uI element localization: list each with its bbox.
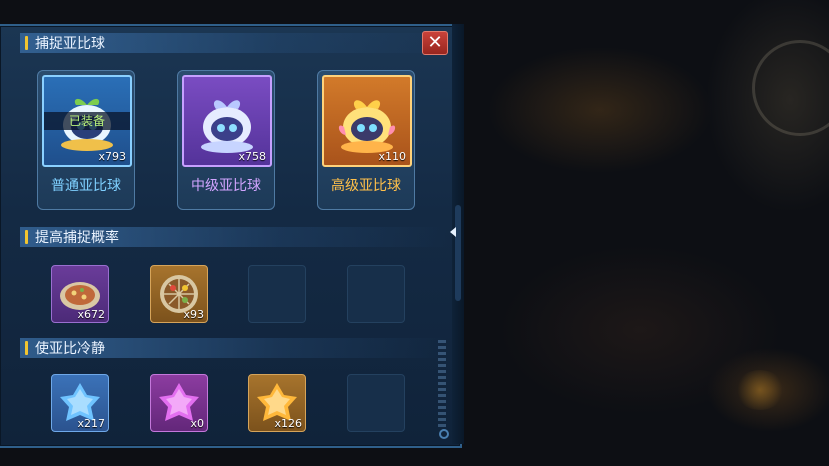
close-icon[interactable]: ✕ bbox=[427, 32, 442, 53]
ball-count: x793 bbox=[98, 150, 126, 163]
ball-name: 中级亚比球 bbox=[191, 178, 261, 194]
ball-count: x758 bbox=[238, 150, 266, 163]
section-marker bbox=[25, 341, 28, 355]
item-count: x126 bbox=[274, 417, 302, 430]
section-title: 使亚比冷静 bbox=[35, 341, 105, 357]
section-marker bbox=[25, 36, 28, 50]
item-count: x0 bbox=[190, 417, 204, 430]
ball-icon-frame: x758 bbox=[182, 75, 272, 167]
ball-card-high[interactable]: x110 高级亚比球 bbox=[317, 70, 415, 210]
ball-name: 普通亚比球 bbox=[51, 178, 121, 194]
panel-corner-decoration bbox=[439, 429, 449, 439]
section-header-calm: 使亚比冷静 bbox=[20, 338, 448, 358]
item-count: x93 bbox=[183, 308, 204, 321]
section-title: 捕捉亚比球 bbox=[35, 36, 105, 52]
section-header-capture-rate: 提高捕捉概率 bbox=[20, 227, 448, 247]
item-count: x672 bbox=[77, 308, 105, 321]
ball-card-common[interactable]: 已装备 x793 普通亚比球 bbox=[37, 70, 135, 210]
item-slot-blue-jelly[interactable]: x217 bbox=[51, 374, 109, 432]
ball-name: 高级亚比球 bbox=[331, 178, 401, 194]
section-title: 提高捕捉概率 bbox=[35, 230, 119, 246]
section-header-capture-balls: 捕捉亚比球 bbox=[20, 33, 448, 53]
empty-item-slot bbox=[347, 374, 405, 432]
item-slot-orange-jelly[interactable]: x126 bbox=[248, 374, 306, 432]
ball-icon-frame: 已装备 x793 bbox=[42, 75, 132, 167]
empty-item-slot bbox=[347, 265, 405, 323]
item-slot-pizza[interactable]: x672 bbox=[51, 265, 109, 323]
item-slot-platter[interactable]: x93 bbox=[150, 265, 208, 323]
collapse-arrow-icon[interactable] bbox=[450, 227, 456, 237]
section-marker bbox=[25, 230, 28, 244]
collapse-handle[interactable] bbox=[455, 205, 461, 301]
item-count: x217 bbox=[77, 417, 105, 430]
equipped-badge: 已装备 bbox=[44, 112, 130, 130]
scene-glow-decoration bbox=[735, 370, 785, 410]
ball-count: x110 bbox=[378, 150, 406, 163]
close-button[interactable]: ✕ bbox=[422, 31, 448, 55]
item-slot-pink-jelly[interactable]: x0 bbox=[150, 374, 208, 432]
ball-card-mid[interactable]: x758 中级亚比球 bbox=[177, 70, 275, 210]
ball-icon-frame: x110 bbox=[322, 75, 412, 167]
empty-item-slot bbox=[248, 265, 306, 323]
